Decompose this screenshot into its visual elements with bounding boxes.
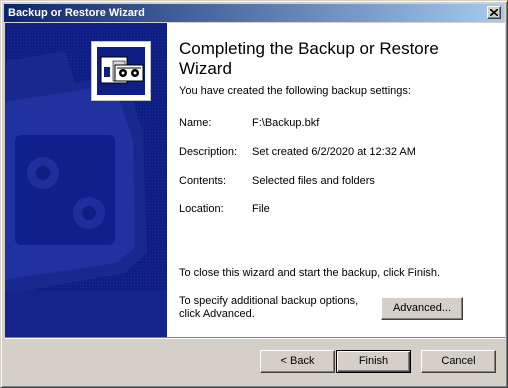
intro-text: You have created the following backup se… — [179, 85, 411, 97]
finish-instruction: To close this wizard and start the backu… — [179, 267, 441, 279]
contents-value: Selected files and folders — [252, 175, 375, 187]
location-value: File — [252, 203, 270, 215]
wizard-banner — [5, 23, 167, 337]
cancel-button[interactable]: Cancel — [421, 350, 496, 373]
wizard-logo — [91, 41, 151, 101]
wizard-body: Completing the Backup or Restore Wizard … — [5, 23, 505, 337]
backup-tapes-icon — [100, 56, 144, 84]
finish-button[interactable]: Finish — [336, 350, 411, 373]
wizard-window: Backup or Restore Wizard Completing the … — [0, 0, 508, 388]
page-title: Completing the Backup or Restore Wizard — [179, 39, 439, 78]
window-title: Backup or Restore Wizard — [8, 7, 145, 19]
close-button[interactable] — [487, 6, 501, 19]
title-bar[interactable]: Backup or Restore Wizard — [4, 4, 504, 22]
advanced-instruction: To specify additional backup options, cl… — [179, 295, 359, 320]
footer-divider — [5, 337, 505, 339]
contents-label: Contents: — [179, 175, 227, 187]
advanced-button[interactable]: Advanced... — [381, 297, 463, 320]
name-value: F:\Backup.bkf — [252, 117, 320, 129]
description-label: Description: — [179, 146, 238, 158]
name-label: Name: — [179, 117, 212, 129]
description-value: Set created 6/2/2020 at 12:32 AM — [252, 146, 416, 158]
close-icon — [490, 9, 498, 16]
location-label: Location: — [179, 203, 224, 215]
wizard-content: Completing the Backup or Restore Wizard … — [179, 23, 499, 337]
back-button[interactable]: < Back — [260, 350, 335, 373]
